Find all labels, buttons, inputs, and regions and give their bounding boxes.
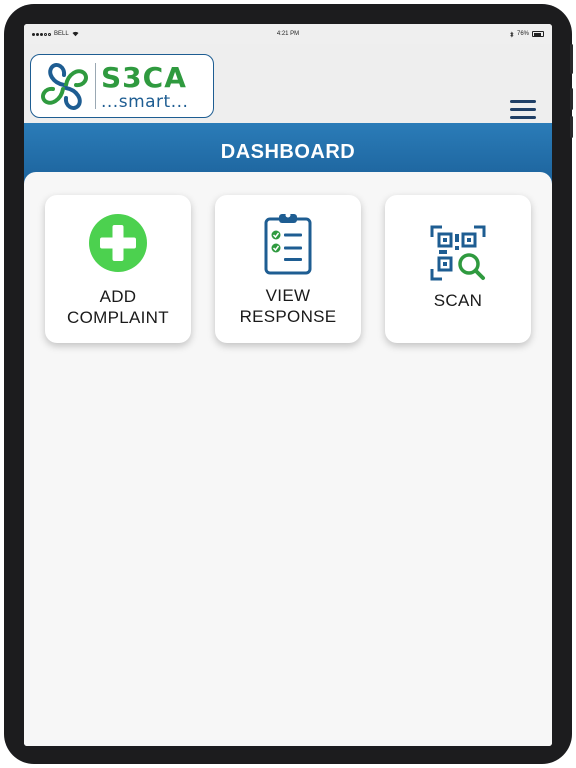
card-label-line2: RESPONSE [239,307,337,326]
carrier-name: BELL [54,31,69,37]
wifi-icon [72,31,79,37]
status-bar: BELL 4:21 PM 76% [24,24,552,44]
battery-percent: 76% [516,31,529,37]
scan-card[interactable]: SCAN [385,195,531,343]
logo-emblem-icon [41,63,88,110]
plus-circle-icon [89,214,147,272]
menu-line [510,100,536,103]
signal-icon [32,32,51,36]
card-label-line1: ADD [99,287,137,306]
logo-main-text: S3CA [101,61,187,94]
view-response-card[interactable]: VIEW RESPONSE [215,195,361,343]
menu-line [510,108,536,111]
volume-up-button [570,88,573,110]
hamburger-menu-button[interactable] [510,100,536,120]
power-button [570,44,573,74]
status-time: 4:21 PM [276,31,300,37]
battery-icon [532,31,544,37]
clipboard-checklist-icon [264,212,312,275]
dashboard-content: ADD COMPLAINT VIEW RESPONSE SCAN [24,172,552,746]
volume-down-button [570,116,573,138]
menu-line [510,116,536,119]
bluetooth-icon [510,30,514,38]
logo-sub-text: ...smart... [101,92,189,112]
qr-scan-icon [430,225,486,281]
logo-divider [95,63,96,109]
card-label-line2: COMPLAINT [67,308,169,327]
card-label-line1: VIEW [265,286,311,305]
card-label: SCAN [433,291,483,310]
app-logo: S3CA ...smart... [30,54,214,118]
page-title: DASHBOARD [220,141,356,163]
add-complaint-card[interactable]: ADD COMPLAINT [45,195,191,343]
screen: BELL 4:21 PM 76% S3CA ...smart... DASHBO… [24,24,552,746]
